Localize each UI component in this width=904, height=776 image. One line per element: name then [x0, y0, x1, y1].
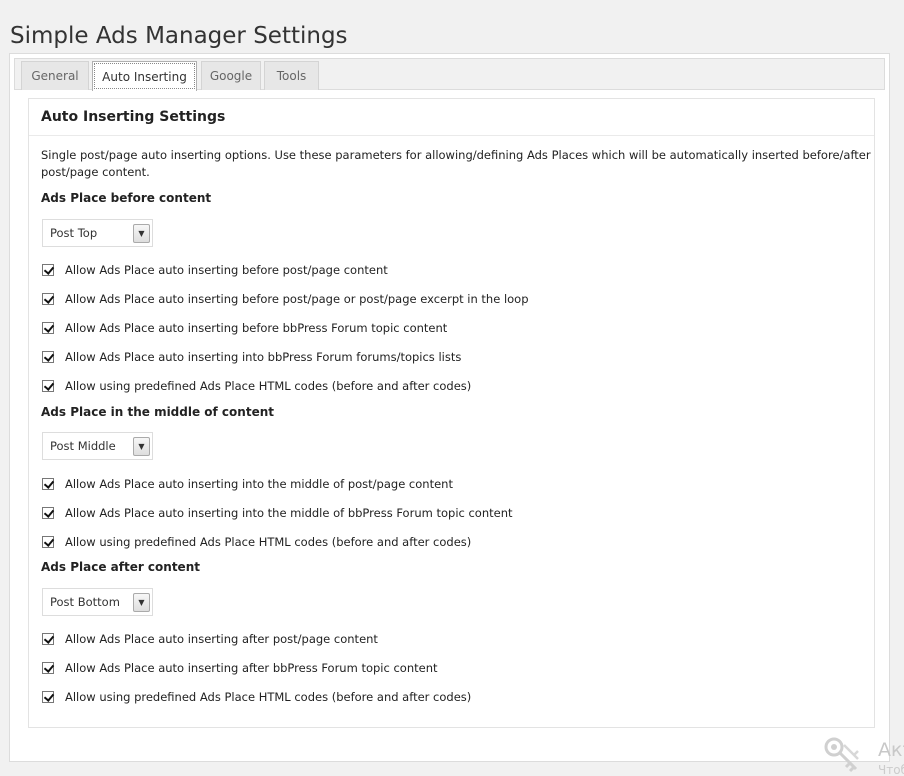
group-title-after-content: Ads Place after content — [41, 560, 200, 574]
option-row: Allow Ads Place auto inserting after bbP… — [42, 660, 438, 676]
select-value: Post Middle — [50, 439, 116, 453]
group-title-before-content: Ads Place before content — [41, 191, 212, 205]
option-label: Allow Ads Place auto inserting into bbPr… — [65, 350, 462, 364]
option-row: Allow Ads Place auto inserting before bb… — [42, 320, 447, 336]
option-row: Allow using predefined Ads Place HTML co… — [42, 378, 471, 394]
tab-auto-inserting[interactable]: Auto Inserting — [92, 61, 197, 91]
chevron-down-icon: ▼ — [133, 437, 150, 456]
option-label: Allow using predefined Ads Place HTML co… — [65, 379, 472, 393]
tab-general[interactable]: General — [21, 61, 89, 90]
option-label: Allow using predefined Ads Place HTML co… — [65, 690, 472, 704]
before-content-select[interactable]: Post Top ▼ — [42, 219, 153, 247]
option-row: Allow using predefined Ads Place HTML co… — [42, 689, 471, 705]
tab-bar: General Auto Inserting Google Tools — [14, 58, 885, 91]
chevron-down-icon: ▼ — [133, 224, 150, 243]
option-label: Allow Ads Place auto inserting after pos… — [65, 632, 378, 646]
middle-content-select[interactable]: Post Middle ▼ — [42, 432, 153, 460]
option-label: Allow Ads Place auto inserting into the … — [65, 506, 513, 520]
option-row: Allow Ads Place auto inserting after pos… — [42, 631, 378, 647]
tab-tools[interactable]: Tools — [264, 61, 319, 90]
option-label: Allow Ads Place auto inserting after bbP… — [65, 661, 438, 675]
select-value: Post Bottom — [50, 595, 120, 609]
checkbox-before-post-content[interactable] — [42, 264, 54, 276]
auto-inserting-section: Auto Inserting Settings Single post/page… — [28, 98, 875, 728]
checkbox-before-excerpt-loop[interactable] — [42, 293, 54, 305]
option-row: Allow Ads Place auto inserting into the … — [42, 505, 513, 521]
option-row: Allow Ads Place auto inserting into the … — [42, 476, 453, 492]
select-value: Post Top — [50, 226, 98, 240]
checkbox-middle-bbpress-topic[interactable] — [42, 507, 54, 519]
checkbox-bbpress-lists[interactable] — [42, 351, 54, 363]
settings-panel: General Auto Inserting Google Tools Auto… — [9, 53, 890, 762]
watermark-line2: Чтоб — [878, 763, 904, 776]
option-label: Allow Ads Place auto inserting before po… — [65, 263, 388, 277]
option-label: Allow Ads Place auto inserting before bb… — [65, 321, 448, 335]
checkbox-middle-post-content[interactable] — [42, 478, 54, 490]
tab-google[interactable]: Google — [201, 61, 261, 90]
after-content-select[interactable]: Post Bottom ▼ — [42, 588, 153, 616]
page-title: Simple Ads Manager Settings — [10, 23, 348, 50]
option-row: Allow using predefined Ads Place HTML co… — [42, 534, 471, 550]
checkbox-before-predefined-codes[interactable] — [42, 380, 54, 392]
section-header: Auto Inserting Settings — [29, 99, 874, 136]
option-label: Allow using predefined Ads Place HTML co… — [65, 535, 472, 549]
option-label: Allow Ads Place auto inserting into the … — [65, 477, 453, 491]
checkbox-before-bbpress-topic[interactable] — [42, 322, 54, 334]
section-description: Single post/page auto inserting options.… — [41, 148, 871, 179]
checkbox-middle-predefined-codes[interactable] — [42, 536, 54, 548]
chevron-down-icon: ▼ — [133, 593, 150, 612]
checkbox-after-bbpress-topic[interactable] — [42, 662, 54, 674]
checkbox-after-predefined-codes[interactable] — [42, 691, 54, 703]
keys-icon — [824, 737, 859, 773]
activation-watermark: Акт Чтоб — [822, 735, 904, 776]
watermark-line1: Акт — [878, 739, 904, 761]
option-row: Allow Ads Place auto inserting before po… — [42, 262, 388, 278]
checkbox-after-post-content[interactable] — [42, 633, 54, 645]
group-title-middle-content: Ads Place in the middle of content — [41, 405, 274, 419]
section-title: Auto Inserting Settings — [41, 109, 226, 125]
option-row: Allow Ads Place auto inserting before po… — [42, 291, 529, 307]
option-label: Allow Ads Place auto inserting before po… — [65, 292, 529, 306]
option-row: Allow Ads Place auto inserting into bbPr… — [42, 349, 461, 365]
